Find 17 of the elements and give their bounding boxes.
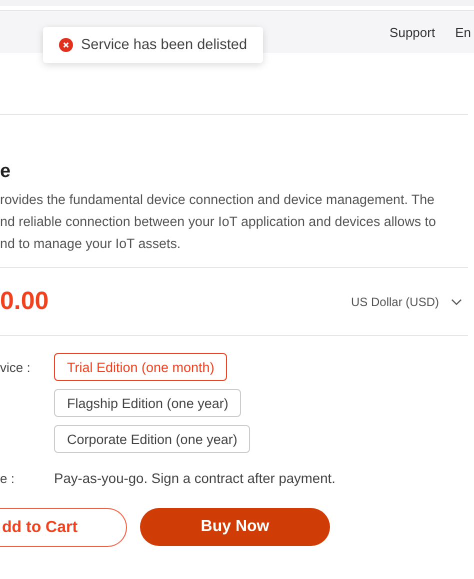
edition-option[interactable]: Corporate Edition (one year) [54,425,250,453]
edition-option[interactable]: Flagship Edition (one year) [54,389,242,417]
nav-link[interactable]: Support [390,24,436,40]
toast-message: Service has been delisted [81,37,248,53]
edition-option[interactable]: Trial Edition (one month) [54,353,228,381]
add-to-cart-button[interactable]: dd to Cart [0,508,127,547]
field-label: vice : [0,359,32,377]
buy-now-button[interactable]: Buy Now [140,508,330,546]
price: 0.00 [0,287,49,316]
chevron-down-icon [451,298,462,306]
billing-value: Pay-as-you-go. Sign a contract after payment. [54,471,336,486]
field-label: e : [0,471,16,486]
currency-dropdown[interactable]: US Dollar (USD) [350,294,462,308]
product-title: e [0,161,12,183]
error-icon [59,38,73,52]
nav-link[interactable]: En [455,24,471,40]
product-description: rovides the fundamental device connection and device management. The nd reliable connection between your IoT application and devices allows to nd to manage your IoT assets. [0,191,437,253]
